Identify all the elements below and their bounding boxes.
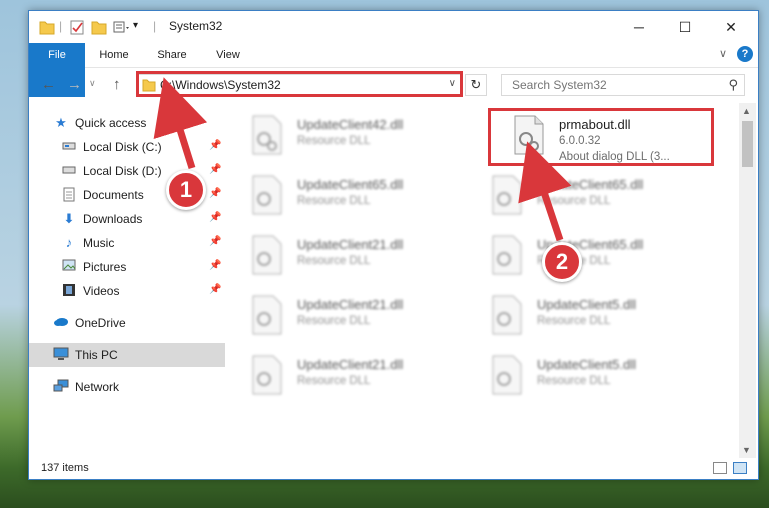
arrow-to-file — [518, 141, 572, 242]
step-2-badge: 2 — [542, 242, 582, 282]
step-1-badge: 1 — [166, 170, 206, 210]
annotation-arrows — [153, 77, 572, 242]
arrow-to-address-bar — [153, 77, 208, 170]
